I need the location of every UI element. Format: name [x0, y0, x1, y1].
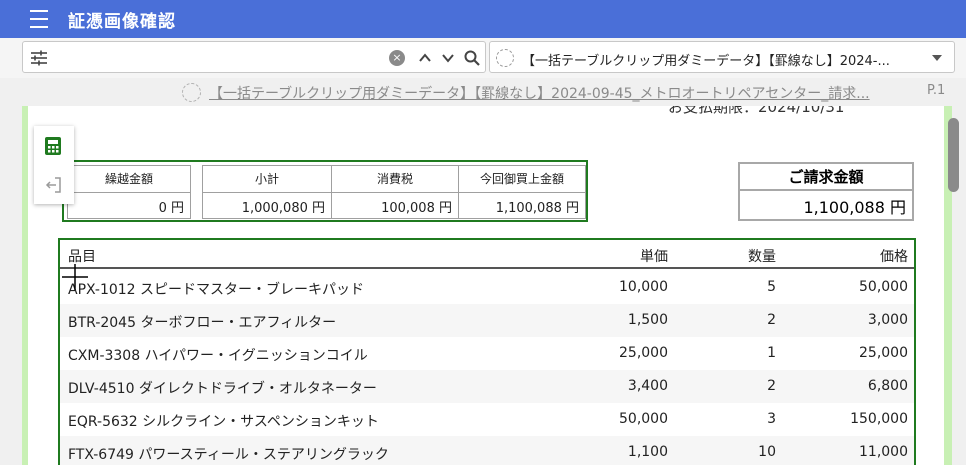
summary-cell-tax: 消費税 100,008 円 [331, 165, 459, 219]
crosshair-cursor-icon [62, 264, 88, 290]
price: 6,800 [867, 378, 908, 394]
quantity: 1 [767, 345, 776, 361]
column-header-quantity: 数量 [748, 249, 776, 265]
table-row: EQR-5632 シルクライン・サスペンションキット 50,000 3 150,… [60, 403, 914, 436]
search-box: × [22, 41, 486, 73]
clear-icon[interactable]: × [389, 50, 405, 66]
search-input[interactable] [59, 46, 399, 68]
grand-total-label: ご請求金額 [740, 164, 912, 191]
column-header-price: 価格 [880, 249, 908, 265]
item-name: APX-1012 スピードマスター・ブレーキパッド [68, 282, 365, 298]
summary-value: 1,000,080 円 [241, 201, 325, 216]
unit-price: 1,100 [627, 444, 668, 460]
search-icon[interactable] [463, 49, 481, 67]
table-row: APX-1012 スピードマスター・ブレーキパッド 10,000 5 50,00… [60, 271, 914, 304]
side-tool-panel [34, 126, 74, 204]
due-date-text: お支払期限：2024/10/31 [668, 106, 845, 116]
table-row: CXM-3308 ハイパワー・イグニッションコイル 25,000 1 25,00… [60, 337, 914, 370]
chevron-down-icon[interactable] [439, 49, 457, 67]
filter-icon[interactable] [30, 49, 48, 67]
unit-price: 1,500 [627, 312, 668, 328]
quantity: 5 [767, 279, 776, 295]
unit-price: 10,000 [619, 279, 668, 295]
unit-price: 50,000 [619, 411, 668, 427]
vertical-scrollbar[interactable] [948, 118, 959, 192]
quantity: 2 [767, 312, 776, 328]
dropdown-caret-icon[interactable] [932, 55, 942, 61]
summary-label: 消費税 [332, 166, 458, 193]
quantity: 3 [767, 411, 776, 427]
quantity: 2 [767, 378, 776, 394]
toolbar: × 【一括テーブルクリップ用ダミーデータ】【罫線なし】2024-... [0, 38, 966, 78]
column-header-unit-price: 単価 [640, 249, 668, 265]
item-name: BTR-2045 ターボフロー・エアフィルター [68, 315, 337, 331]
summary-label: 小計 [203, 166, 331, 193]
summary-value: 1,100,088 円 [495, 201, 579, 216]
calculator-icon[interactable] [44, 136, 62, 156]
document-select[interactable]: 【一括テーブルクリップ用ダミーデータ】【罫線なし】2024-... [489, 41, 955, 73]
document-page: お支払期限：2024/10/31 繰越金額 0 円 小計 1,000,080 円… [28, 106, 944, 465]
item-name: CXM-3308 ハイパワー・イグニッションコイル [68, 348, 368, 364]
summary-label: 繰越金額 [68, 166, 190, 193]
chevron-up-icon[interactable] [416, 49, 434, 67]
summary-label: 今回御買上金額 [459, 166, 585, 193]
column-header-item: 品目 [68, 249, 96, 265]
app-window: 証憑画像確認 × 【一括テーブルクリップ用ダミーデータ】【罫線なし】2024-.… [0, 0, 966, 465]
document-select-value: 【一括テーブルクリップ用ダミーデータ】【罫線なし】2024-... [522, 54, 890, 69]
items-table-header: 品目 単価 数量 価格 [60, 240, 914, 269]
summary-table[interactable]: 繰越金額 0 円 小計 1,000,080 円 消費税 100,008 円 今回… [62, 160, 588, 222]
table-row: DLV-4510 ダイレクトドライブ・オルタネーター 3,400 2 6,800 [60, 370, 914, 403]
summary-cell-carryover: 繰越金額 0 円 [67, 165, 191, 219]
summary-cell-purchase-total: 今回御買上金額 1,100,088 円 [458, 165, 586, 219]
quantity: 10 [758, 444, 776, 460]
grand-total-box: ご請求金額 1,100,088 円 [738, 162, 914, 221]
document-bar: 【一括テーブルクリップ用ダミーデータ】【罫線なし】2024-09-45_メトロオ… [0, 78, 966, 106]
grand-total-value: 1,100,088 円 [803, 198, 906, 217]
page-number: P.1 [927, 83, 946, 98]
unit-price: 3,400 [627, 378, 668, 394]
summary-value: 0 円 [158, 201, 184, 216]
price: 50,000 [859, 279, 908, 295]
price: 150,000 [850, 411, 908, 427]
items-table[interactable]: 品目 単価 数量 価格 APX-1012 スピードマスター・ブレーキパッド 10… [58, 238, 916, 465]
table-row: FTX-6749 パワースティール・ステアリングラック 1,100 10 11,… [60, 436, 914, 465]
price: 3,000 [867, 312, 908, 328]
exit-icon[interactable] [44, 176, 62, 194]
summary-cell-subtotal: 小計 1,000,080 円 [202, 165, 332, 219]
document-viewer: お支払期限：2024/10/31 繰越金額 0 円 小計 1,000,080 円… [22, 106, 952, 465]
table-row: BTR-2045 ターボフロー・エアフィルター 1,500 2 3,000 [60, 304, 914, 337]
menu-icon[interactable] [30, 10, 54, 28]
title-bar: 証憑画像確認 [0, 0, 966, 38]
loading-icon [182, 83, 201, 102]
unit-price: 25,000 [619, 345, 668, 361]
item-name: FTX-6749 パワースティール・ステアリングラック [68, 447, 389, 463]
item-name: DLV-4510 ダイレクトドライブ・オルタネーター [68, 381, 377, 397]
app-title: 証憑画像確認 [68, 11, 176, 32]
price: 25,000 [859, 345, 908, 361]
document-link[interactable]: 【一括テーブルクリップ用ダミーデータ】【罫線なし】2024-09-45_メトロオ… [209, 83, 915, 103]
loading-icon [496, 49, 514, 67]
price: 11,000 [859, 444, 908, 460]
item-name: EQR-5632 シルクライン・サスペンションキット [68, 414, 379, 430]
summary-value: 100,008 円 [381, 201, 452, 216]
